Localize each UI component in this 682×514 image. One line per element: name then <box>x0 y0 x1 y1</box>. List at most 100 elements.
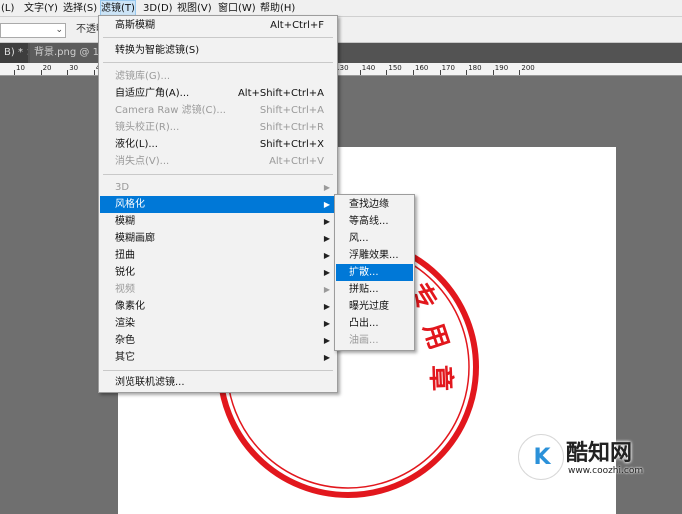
filter-submenu-item: 视频 ▶ <box>100 281 336 298</box>
ruler-tick <box>492 70 494 75</box>
tab-document-1[interactable]: B) * × <box>0 43 28 63</box>
menu-item-shortcut: Alt+Shift+Ctrl+A <box>237 88 324 99</box>
filter-menu-item[interactable]: 自适应广角(A)... Alt+Shift+Ctrl+A <box>100 85 336 102</box>
ruler-label: 30 <box>69 64 79 72</box>
filter-menu-item[interactable]: 液化(L)... Shift+Ctrl+X <box>100 136 336 153</box>
menu-item-label: 风格化 <box>115 199 145 210</box>
stylize-menu-item[interactable]: 风... <box>336 230 413 247</box>
ruler-tick <box>14 70 15 75</box>
filter-submenu-item[interactable]: 像素化 ▶ <box>100 298 336 315</box>
stylize-menu-item[interactable]: 查找边缘 <box>336 196 413 213</box>
filter-menu-item: 滤镜库(G)... <box>100 68 336 85</box>
submenu-arrow-icon: ▶ <box>323 319 330 328</box>
ruler-tick <box>359 70 361 75</box>
submenu-arrow-icon: ▶ <box>323 217 330 226</box>
ruler-tick <box>519 70 521 75</box>
filter-menu-item: 镜头校正(R)... Shift+Ctrl+R <box>100 119 336 136</box>
ruler-label: 180 <box>468 64 482 72</box>
submenu-arrow-icon: ▶ <box>323 302 330 311</box>
menu-separator <box>103 62 333 63</box>
ruler-tick <box>413 70 414 75</box>
menu-item-label: 等高线... <box>349 216 389 227</box>
filter-menu-item: 消失点(V)... Alt+Ctrl+V <box>100 153 336 170</box>
menu-item-label: 凸出... <box>349 318 379 329</box>
menu-layer-partial[interactable]: (L) <box>1 0 14 17</box>
menu-item-label: 模糊画廊 <box>115 233 155 244</box>
menu-item-shortcut: Shift+Ctrl+A <box>259 105 324 116</box>
submenu-arrow-icon: ▶ <box>323 268 330 277</box>
menu-item-label: 查找边缘 <box>349 199 389 210</box>
submenu-arrow-icon: ▶ <box>323 336 330 345</box>
menu-item-label: Camera Raw 滤镜(C)... <box>115 105 226 116</box>
menu-item-label: 视频 <box>115 284 135 295</box>
stylize-menu-item[interactable]: 拼贴... <box>336 281 413 298</box>
menu-item-label: 锐化 <box>115 267 135 278</box>
filter-menu-dropdown: 高斯模糊 Alt+Ctrl+F 转换为智能滤镜(S) 滤镜库(G)... 自适应… <box>98 15 338 393</box>
filter-submenu-item[interactable]: 模糊 ▶ <box>100 213 336 230</box>
menu-item-shortcut: Alt+Ctrl+V <box>269 156 324 167</box>
filter-submenu-item-stylize[interactable]: 风格化 ▶ <box>100 196 336 213</box>
filter-submenu-item[interactable]: 杂色 ▶ <box>100 332 336 349</box>
ruler-label: 160 <box>415 64 429 72</box>
filter-submenu-item[interactable]: 锐化 ▶ <box>100 264 336 281</box>
menu-item-label: 自适应广角(A)... <box>115 88 190 99</box>
filter-submenu-item[interactable]: 渲染 ▶ <box>100 315 336 332</box>
filter-menu-item[interactable]: 转换为智能滤镜(S) <box>100 42 336 59</box>
stamp-char-3: 章 <box>425 365 457 392</box>
filter-menu-item: Camera Raw 滤镜(C)... Shift+Ctrl+A <box>100 102 336 119</box>
menu-separator <box>103 174 333 175</box>
ruler-tick <box>93 70 95 75</box>
menu-item-label: 风... <box>349 233 369 244</box>
submenu-arrow-icon: ▶ <box>323 200 330 209</box>
ruler-label: 200 <box>521 64 535 72</box>
menu-item-label: 扭曲 <box>115 250 135 261</box>
filter-menu-item[interactable]: 浏览联机滤镜... <box>100 374 336 391</box>
ruler-label: 170 <box>441 64 455 72</box>
filter-menu-item[interactable]: 高斯模糊 Alt+Ctrl+F <box>100 17 336 34</box>
menu-item-label: 滤镜库(G)... <box>115 71 171 82</box>
menu-item-shortcut: Alt+Ctrl+F <box>270 20 324 31</box>
stylize-menu-item: 油画... <box>336 332 413 349</box>
tool-preset-dropdown[interactable]: ⌄ <box>0 23 66 38</box>
watermark-url: www.coozhi.com <box>568 466 644 476</box>
menu-select[interactable]: 选择(S) <box>63 0 97 17</box>
site-watermark: K 酷知网 www.coozhi.com <box>508 425 678 493</box>
watermark-logo-icon: K <box>518 434 564 480</box>
menu-item-label: 液化(L)... <box>115 139 158 150</box>
ruler-tick <box>40 70 42 75</box>
stylize-menu-item[interactable]: 等高线... <box>336 213 413 230</box>
filter-submenu-item[interactable]: 扭曲 ▶ <box>100 247 336 264</box>
menu-item-label: 其它 <box>115 352 135 363</box>
menu-item-label: 浏览联机滤镜... <box>115 377 185 388</box>
ruler-label: 10 <box>16 64 25 72</box>
menu-separator <box>103 37 333 38</box>
tab-document-2[interactable]: 背景.png @ 100 <box>30 43 102 63</box>
stylize-menu-item-diffuse[interactable]: 扩散... <box>336 264 413 281</box>
filter-submenu-item[interactable]: 模糊画廊 ▶ <box>100 230 336 247</box>
ruler-label: 190 <box>494 64 509 72</box>
menu-item-label: 杂色 <box>115 335 135 346</box>
filter-submenu-item[interactable]: 其它 ▶ <box>100 349 336 366</box>
submenu-arrow-icon: ▶ <box>323 234 330 243</box>
submenu-arrow-icon: ▶ <box>323 285 330 294</box>
stylize-menu-item[interactable]: 浮雕效果... <box>336 247 413 264</box>
menu-item-label: 镜头校正(R)... <box>115 122 180 133</box>
menu-item-label: 像素化 <box>115 301 145 312</box>
menu-item-shortcut: Shift+Ctrl+R <box>259 122 324 133</box>
ruler-tick <box>67 70 69 75</box>
submenu-arrow-icon: ▶ <box>323 251 330 260</box>
menu-item-label: 渲染 <box>115 318 135 329</box>
ruler-label: 20 <box>42 64 52 72</box>
filter-submenu-item: 3D ▶ <box>100 179 336 196</box>
stylize-menu-item[interactable]: 凸出... <box>336 315 413 332</box>
menu-separator <box>103 370 333 371</box>
stamp-char-2: 用 <box>417 320 454 354</box>
stylize-menu-item[interactable]: 曝光过度 <box>336 298 413 315</box>
ruler-tick <box>439 70 441 75</box>
submenu-arrow-icon: ▶ <box>323 353 330 362</box>
watermark-logo-letter: K <box>533 445 551 470</box>
ruler-label: 150 <box>388 64 402 72</box>
menu-item-label: 扩散... <box>349 267 379 278</box>
menu-type[interactable]: 文字(Y) <box>24 0 58 17</box>
ruler-tick <box>386 70 388 75</box>
